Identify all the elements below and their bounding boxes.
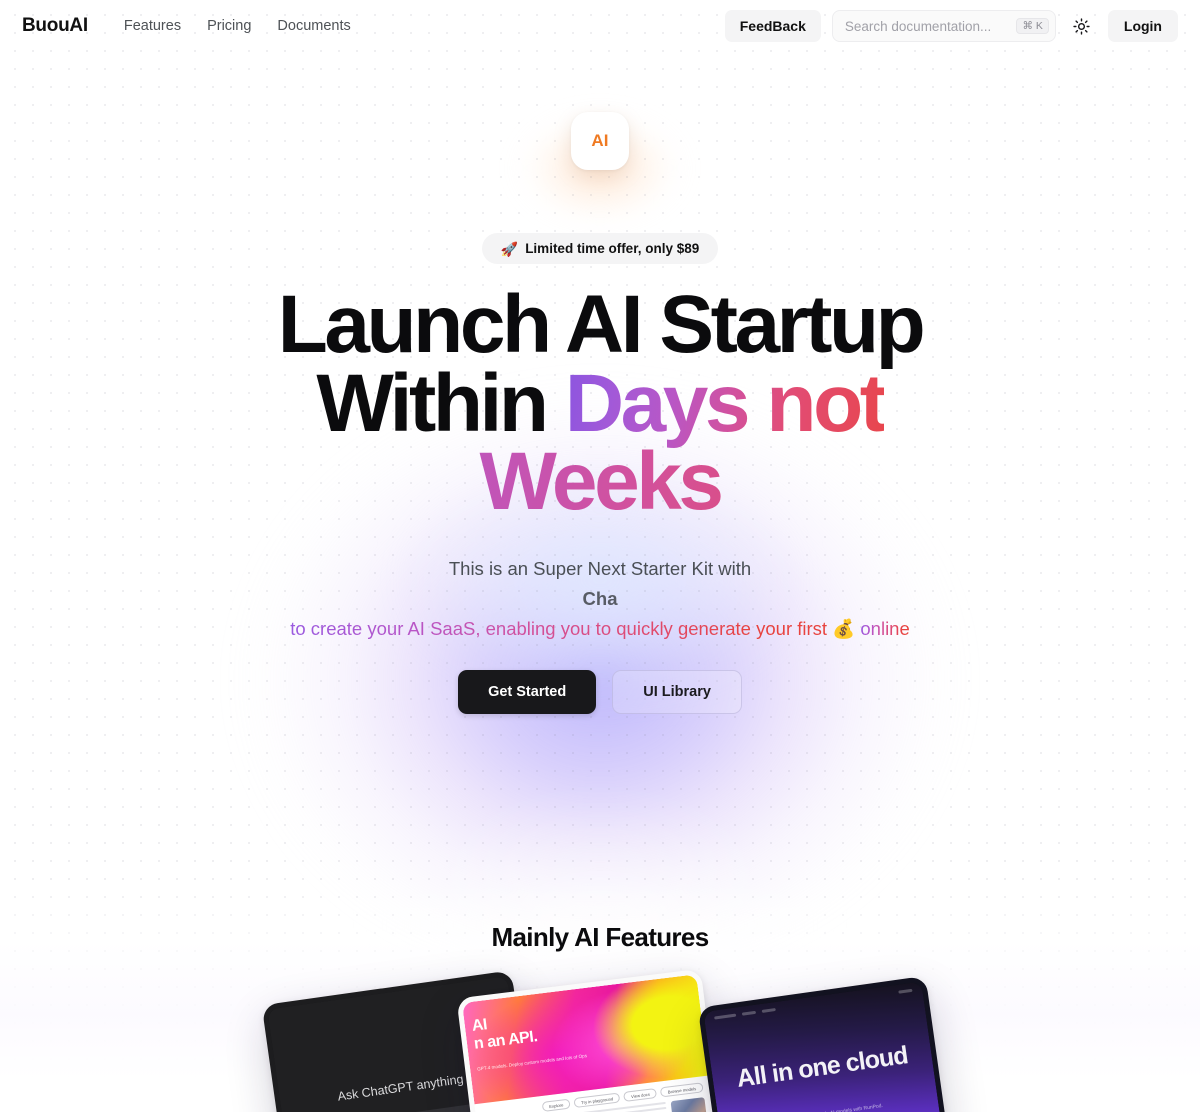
hero-cta-row: Get Started UI Library [0,670,1200,715]
typewriter-visible: Ch [582,588,608,610]
headline-gradient-weeks: Weeks [0,441,1200,523]
features-section: Mainly AI Features Ask ChatGPT anything … [0,922,1200,1112]
headline-plain-within: Within [316,357,565,449]
runpod-card-headline: All in one cloud [734,1040,910,1093]
openai-card-chip-0[interactable]: Explore [541,1098,571,1112]
nav-item-features[interactable]: Features [124,18,181,34]
openai-card-headline: AI n an API. [471,1011,538,1053]
typewriter-text: Cha [250,584,950,614]
openai-card-chip-2[interactable]: View docs [623,1088,658,1103]
ui-library-button[interactable]: UI Library [612,670,742,715]
subtitle-lead: This is an Super Next Starter Kit with [448,558,752,580]
sun-icon [1073,17,1091,35]
nav-item-documents[interactable]: Documents [277,18,350,34]
openai-card-body-text: GPT-4 models. Deploy custom models and l… [476,1053,588,1072]
ai-logo-text: AI [591,131,609,150]
runpod-card-subtext: Develop, train, and scale AI models with… [719,1094,938,1112]
header-actions: FeedBack ⌘ K Login [724,10,1178,42]
openai-card-chip-1[interactable]: Try in playground [573,1092,621,1109]
nav-item-pricing[interactable]: Pricing [207,18,251,34]
headline-line-1: Launch AI Startup [277,279,926,370]
openai-card-chip-3[interactable]: Browse models [660,1082,704,1098]
login-button[interactable]: Login [1107,10,1178,42]
headline-line-2: Within Days not [0,362,1200,444]
main-nav: Features Pricing Documents [124,18,351,34]
topbar-logo [714,1013,737,1020]
topbar-item [898,988,913,994]
runpod-card-topbar [714,988,913,1020]
limited-offer-text: Limited time offer, only $89 [525,241,700,256]
openai-card-screen: AI n an API. GPT-4 models. Deploy custom… [462,974,716,1112]
hero-headline: Launch AI Startup Within Days not Weeks [0,279,1200,523]
feature-card-runpod-cloud[interactable]: All in one cloud Develop, train, and sca… [697,975,949,1112]
hero-section: AI 🚀 Limited time offer, only $89 Launch… [0,52,1200,715]
search-input[interactable] [844,18,1017,34]
feedback-button[interactable]: FeedBack [724,10,821,42]
get-started-button[interactable]: Get Started [458,670,597,715]
search-shortcut-kbd: ⌘ K [1016,17,1049,35]
theme-toggle-button[interactable] [1067,11,1097,41]
search-box[interactable]: ⌘ K [831,10,1056,42]
topbar-item [761,1008,776,1013]
subtitle-gradient-tail: online [860,618,910,640]
ai-logo-mark: AI [571,112,629,170]
headline-gradient-days-not: Days not [564,357,887,449]
features-title: Mainly AI Features [491,922,709,953]
hero-subtitle: This is an Super Next Starter Kit with C… [250,554,950,644]
limited-offer-badge[interactable]: 🚀 Limited time offer, only $89 [481,233,719,264]
subtitle-gradient-text: to create your AI SaaS, enabling you to … [290,618,833,640]
topbar-item [741,1010,757,1016]
rocket-icon: 🚀 [500,240,519,257]
runpod-card-screen: All in one cloud Develop, train, and sca… [703,981,943,1112]
openai-card-thumbnail [670,1097,708,1112]
money-bag-icon: 💰 [832,618,856,640]
site-header: BuouAI Features Pricing Documents FeedBa… [0,0,1200,52]
typewriter-fading: a [607,588,618,610]
feature-cards: Ask ChatGPT anything Send a message. Cha… [0,968,1200,1112]
brand-logo[interactable]: BuouAI [22,15,88,37]
chatgpt-card-inputbar: Send a message. ChatGPT can make mistake… [317,1101,494,1112]
